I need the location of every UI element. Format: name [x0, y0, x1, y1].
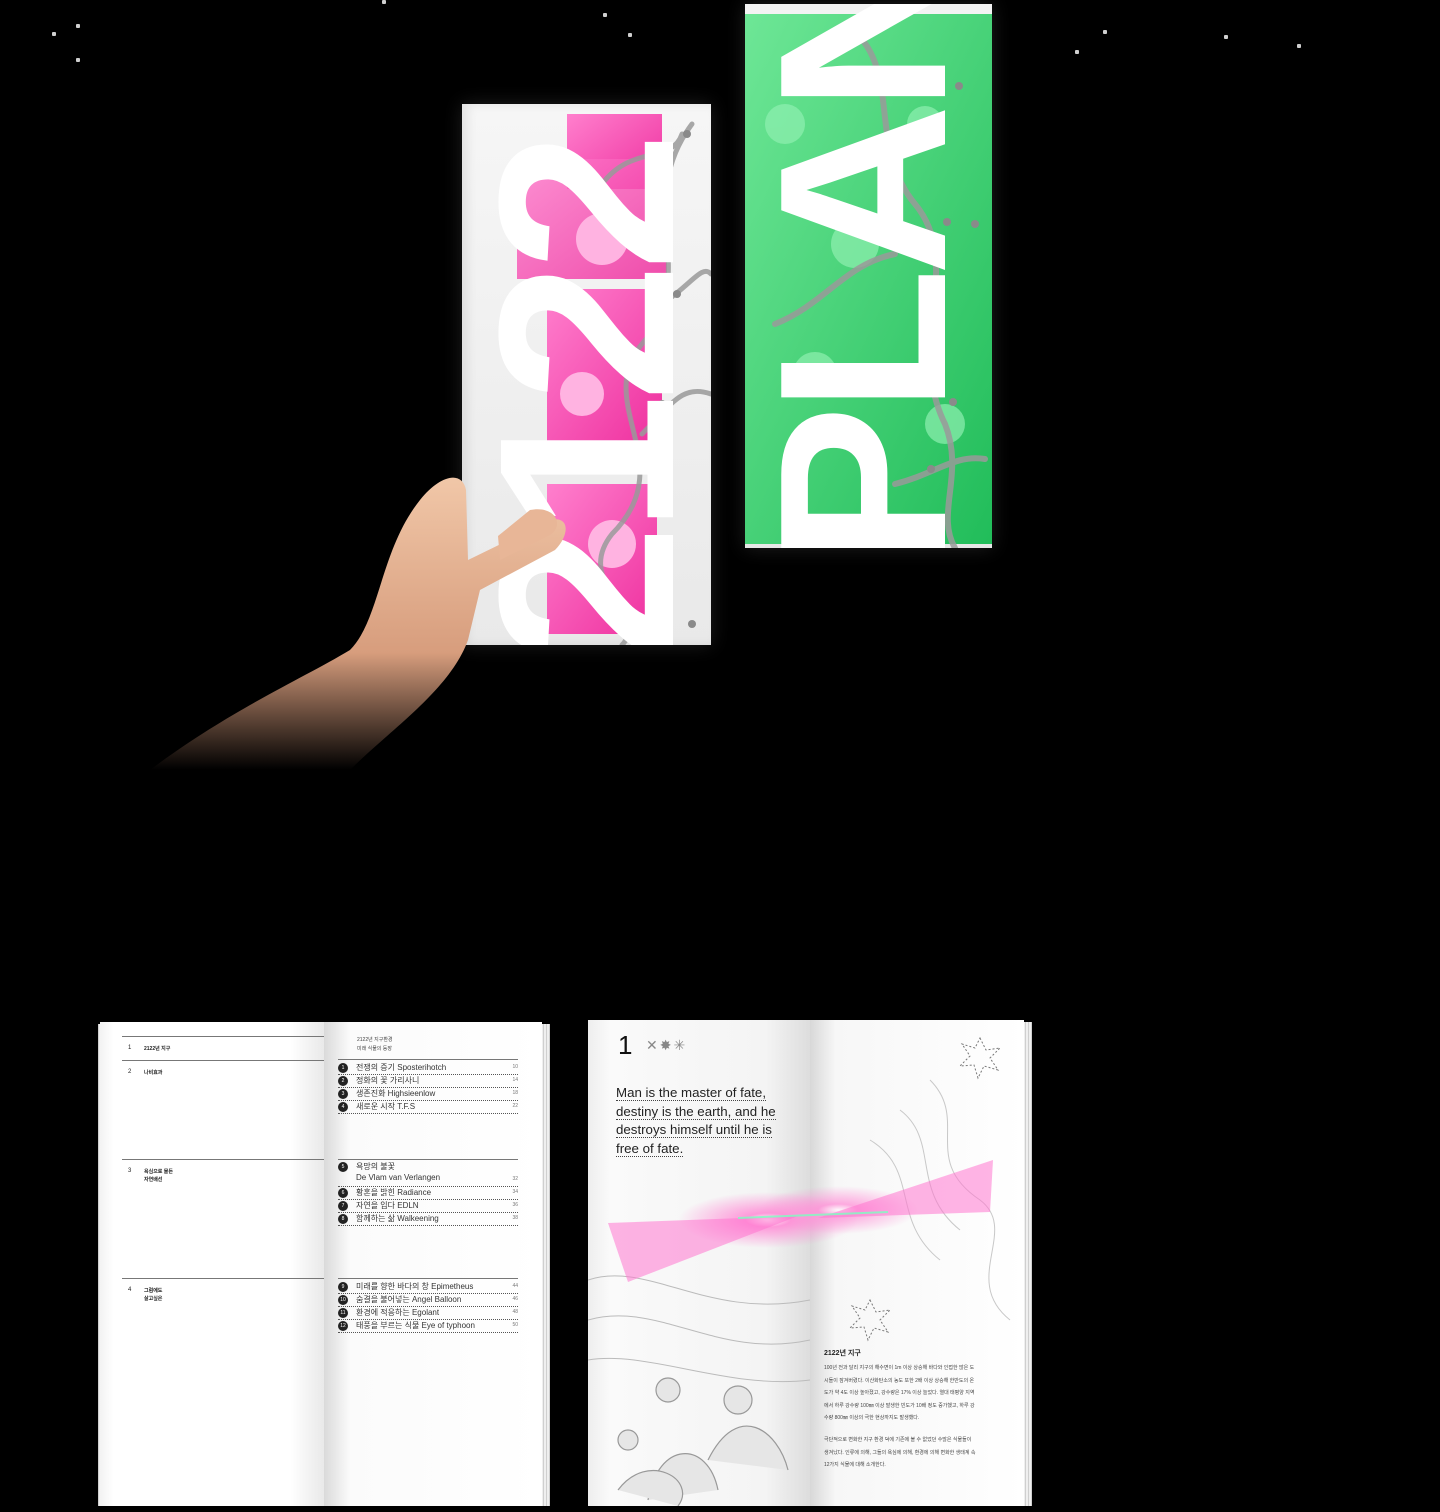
- toc-entry[interactable]: 12 태풍을 부르는 식물 Eye of typhoon 50: [338, 1319, 518, 1333]
- book-cover-plant: PLANT: [745, 4, 992, 548]
- toc-entry[interactable]: 7 자연을 입다 EDLN 36: [338, 1199, 518, 1213]
- toc-section-1: 1 2122년 지구: [122, 1036, 324, 1061]
- article-line: 에서 하루 강수량 100㎜ 이상 발생한 빈도가 10배 정도 증가했고, 하…: [824, 1402, 975, 1409]
- entry-page: 48: [512, 1309, 518, 1315]
- toc-header: 2122년 지구환경 미래 식물의 등장: [357, 1037, 393, 1052]
- article-line: 시들이 잠겨버렸다. 이산화탄소의 농도 또한 2배 이상 상승해 한반도의 온: [824, 1377, 975, 1384]
- entry-title: 환경에 적응하는 Egolant: [356, 1308, 440, 1317]
- article-line: 도가 약 4도 이상 높아졌고, 강수량은 17% 이상 늘었다. 열대 태평양…: [824, 1390, 975, 1396]
- entry-number-badge: 12: [338, 1321, 348, 1331]
- star-dot: [603, 13, 607, 17]
- entry-title: 새로운 시작 T.F.S: [356, 1102, 416, 1111]
- entry-title: 생존진화 Highsieenlow: [356, 1089, 436, 1098]
- article-line: 12가지 식물에 대해 소개한다.: [824, 1462, 886, 1468]
- entry-title: 함께하는 삶 Walkeening: [356, 1214, 439, 1223]
- star-dot: [1224, 35, 1228, 39]
- chapter-left-page: 1 ✕✸✳ Man is the master of fate, destiny…: [588, 1020, 810, 1506]
- toc-entry[interactable]: 9 미래를 향한 바다의 창 Epimetheus 44: [338, 1280, 518, 1294]
- entry-page: 32: [512, 1176, 518, 1182]
- entry-number-badge: 3: [338, 1089, 348, 1099]
- toc-entry[interactable]: 1 전쟁의 증기 Sposterihotch 10: [338, 1061, 518, 1075]
- toc-entry[interactable]: 8 함께하는 삶 Walkeening 38: [338, 1212, 518, 1226]
- entry-number-badge: 8: [338, 1214, 348, 1224]
- toc-section-4: 4 그럼에도 살고싶은: [122, 1278, 324, 1302]
- article-paragraph-1: 100년 전과 달리 지구의 해수면이 1m 이상 상승해 바다와 인접한 많은…: [824, 1362, 1010, 1425]
- holding-hand-photo: [150, 440, 570, 770]
- entry-title: 황혼을 밝힌 Radiance: [356, 1188, 432, 1197]
- entry-title: 전쟁의 증기 Sposterihotch: [356, 1063, 447, 1072]
- star-dot: [1075, 50, 1079, 54]
- chapter-right-page: 2122년 지구 100년 전과 달리 지구의 해수면이 1m 이상 상승해 바…: [810, 1020, 1024, 1506]
- entry-number-badge: 4: [338, 1102, 348, 1112]
- entry-page: 38: [512, 1215, 518, 1221]
- section-title: 2122년 지구: [144, 1046, 171, 1052]
- entry-page: 14: [512, 1077, 518, 1083]
- entry-title: 자연을 입다 EDLN: [356, 1201, 419, 1210]
- star-dot: [76, 58, 80, 62]
- article-line: 수량 800㎜ 이상의 극한 현상까지도 발생했다.: [824, 1415, 920, 1421]
- entry-number-badge: 2: [338, 1076, 348, 1086]
- toc-entry[interactable]: 5 욕망의 불꽃 De Vlam van Verlangen 32: [338, 1160, 518, 1187]
- entry-page: 22: [512, 1103, 518, 1109]
- entry-title: 미래를 향한 바다의 창 Epimetheus: [356, 1282, 474, 1291]
- toc-entry[interactable]: 6 황혼을 밝힌 Radiance 34: [338, 1186, 518, 1200]
- entry-number-badge: 7: [338, 1201, 348, 1211]
- article-line: 극단적으로 변화한 지구 환경 덕에 기존에 볼 수 없었던 수많은 식물들이: [824, 1437, 972, 1443]
- entry-page: 46: [512, 1296, 518, 1302]
- entry-number-badge: 11: [338, 1308, 348, 1318]
- section-number: 4: [128, 1287, 132, 1293]
- article-line: 생겨났다. 인류에 의해, 그들의 욕심에 의해, 환경에 의해 변화한 생태계…: [824, 1449, 976, 1456]
- section-title: 욕심으로 물든 자연배선: [144, 1169, 173, 1183]
- entry-title: 정화의 꽃 가리사니: [356, 1076, 420, 1085]
- star-dot: [1103, 30, 1107, 34]
- entry-title: 태풍을 부르는 식물 Eye of typhoon: [356, 1321, 475, 1330]
- entry-page: 10: [512, 1064, 518, 1070]
- cover-title-plant: PLANT: [745, 4, 992, 548]
- section-title: 나비효과: [144, 1070, 163, 1076]
- toc-section-3: 3 욕심으로 물든 자연배선: [122, 1159, 324, 1183]
- star-dot: [1297, 44, 1301, 48]
- chapter-spread: 1 ✕✸✳ Man is the master of fate, destiny…: [588, 1020, 1032, 1506]
- toc-left-page: 1 2122년 지구 2 나비효과 3 욕심으로 물든 자연배선 4 그럼에도 …: [100, 1022, 324, 1506]
- star-dot: [76, 24, 80, 28]
- entry-number-badge: 10: [338, 1295, 348, 1305]
- article-line: 100년 전과 달리 지구의 해수면이 1m 이상 상승해 바다와 인접한 많은…: [824, 1365, 975, 1371]
- toc-section-2: 2 나비효과: [122, 1060, 324, 1076]
- entry-title: 숨결을 불어넣는 Angel Balloon: [356, 1295, 462, 1304]
- flower-illustration: [588, 1275, 810, 1506]
- article-paragraph-2: 극단적으로 변화한 지구 환경 덕에 기존에 볼 수 없었던 수많은 식물들이 …: [824, 1434, 1010, 1472]
- star-dot: [628, 33, 632, 37]
- entry-number-badge: 9: [338, 1282, 348, 1292]
- entry-page: 50: [512, 1322, 518, 1328]
- entry-page: 44: [512, 1283, 518, 1289]
- toc-entry[interactable]: 4 새로운 시작 T.F.S 22: [338, 1100, 518, 1114]
- star-dot: [382, 0, 386, 4]
- article-title: 2122년 지구: [824, 1350, 861, 1357]
- toc-right-page: 2122년 지구환경 미래 식물의 등장 1 전쟁의 증기 Sposteriho…: [324, 1022, 542, 1506]
- entry-subtitle: De Vlam van Verlangen: [356, 1173, 441, 1182]
- section-number: 2: [128, 1069, 132, 1075]
- entry-title: 욕망의 불꽃: [356, 1162, 396, 1171]
- toc-entry[interactable]: 10 숨결을 불어넣는 Angel Balloon 46: [338, 1293, 518, 1307]
- section-number: 1: [128, 1045, 132, 1051]
- entry-number-badge: 1: [338, 1063, 348, 1073]
- entry-page: 18: [512, 1090, 518, 1096]
- toc-entry[interactable]: 3 생존진화 Highsieenlow 18: [338, 1087, 518, 1101]
- toc-entry[interactable]: 11 환경에 적응하는 Egolant 48: [338, 1306, 518, 1320]
- entry-number-badge: 6: [338, 1188, 348, 1198]
- toc-entry[interactable]: 2 정화의 꽃 가리사니 14: [338, 1074, 518, 1088]
- section-number: 3: [128, 1168, 132, 1174]
- entry-page: 34: [512, 1189, 518, 1195]
- entry-page: 36: [512, 1202, 518, 1208]
- star-dot: [52, 32, 56, 36]
- toc-spread: 1 2122년 지구 2 나비효과 3 욕심으로 물든 자연배선 4 그럼에도 …: [98, 1022, 550, 1506]
- entry-number-badge: 5: [338, 1162, 348, 1172]
- section-title: 그럼에도 살고싶은: [144, 1288, 163, 1302]
